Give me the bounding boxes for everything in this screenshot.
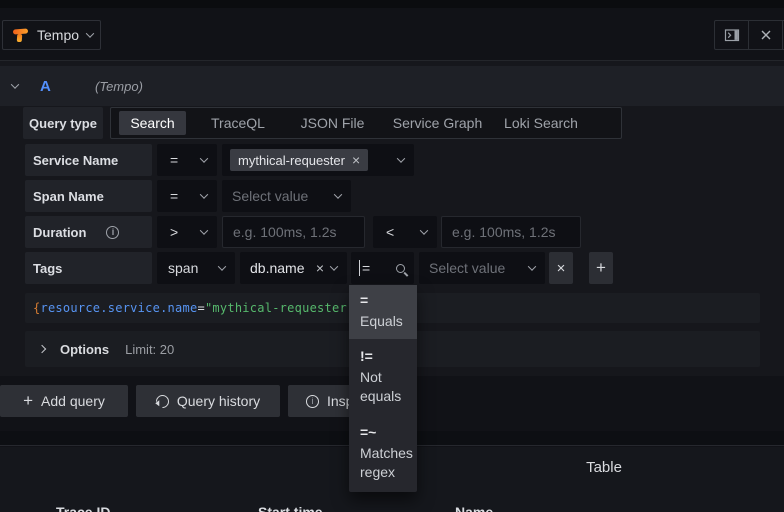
chevron-down-icon bbox=[218, 262, 226, 270]
explore-page: Tempo A (Tempo) Query type bbox=[0, 0, 784, 512]
span-name-operator-select[interactable]: = bbox=[157, 180, 217, 212]
tab-traceql[interactable]: TraceQL bbox=[211, 108, 265, 138]
value-chip[interactable]: mythical-requester × bbox=[230, 149, 368, 171]
operator-value: < bbox=[386, 224, 394, 240]
tab-json-file[interactable]: JSON File bbox=[301, 108, 364, 138]
remove-chip-icon[interactable]: × bbox=[352, 153, 360, 167]
chevron-down-icon bbox=[200, 190, 208, 198]
chevron-down-icon bbox=[11, 80, 19, 88]
placeholder: Select value bbox=[429, 260, 505, 276]
add-tag-filter-button[interactable]: + bbox=[589, 252, 613, 284]
operator-value: = bbox=[170, 152, 178, 168]
placeholder: Select value bbox=[232, 188, 308, 204]
split-pane-button[interactable] bbox=[715, 21, 748, 49]
operator-symbol: != bbox=[360, 348, 373, 364]
code-field: resource.service.name bbox=[40, 301, 197, 315]
span-name-value-select[interactable]: Select value bbox=[222, 180, 351, 212]
chip-label: mythical-requester bbox=[238, 153, 345, 168]
close-pane-button[interactable] bbox=[749, 21, 782, 49]
duration-min-input[interactable] bbox=[222, 216, 365, 248]
query-datasource-hint: (Tempo) bbox=[95, 79, 143, 94]
chevron-down-icon bbox=[528, 262, 536, 270]
close-icon bbox=[760, 29, 772, 41]
tag-value-select[interactable]: Select value bbox=[419, 252, 545, 284]
scope-value: span bbox=[168, 260, 198, 276]
options-label: Options bbox=[60, 342, 109, 357]
tag-scope-select[interactable]: span bbox=[157, 252, 235, 284]
query-ref-id: A bbox=[40, 78, 51, 95]
tag-operator-combobox[interactable]: = bbox=[351, 252, 414, 284]
toolbar: Tempo bbox=[0, 8, 784, 61]
duration-max-operator-select[interactable]: < bbox=[373, 216, 437, 248]
button-label: Query history bbox=[177, 393, 260, 409]
duration-label: Duration bbox=[25, 216, 152, 248]
operator-symbol: = bbox=[360, 292, 368, 308]
chevron-down-icon bbox=[397, 154, 405, 162]
info-icon[interactable] bbox=[106, 226, 119, 239]
search-icon bbox=[396, 264, 405, 273]
tab-search[interactable]: Search bbox=[119, 111, 186, 135]
chevron-down-icon bbox=[330, 262, 338, 270]
label-text: Duration bbox=[33, 225, 86, 240]
tag-name-select[interactable]: db.name × bbox=[240, 252, 347, 284]
operator-value: > bbox=[170, 224, 178, 240]
column-header-name[interactable]: Name bbox=[455, 504, 493, 512]
duration-min-operator-select[interactable]: > bbox=[157, 216, 217, 248]
query-row-header[interactable]: A (Tempo) bbox=[0, 66, 784, 106]
operator-description: Matches regex bbox=[360, 444, 412, 482]
operator-dropdown-menu: = Equals != Not equals =~ Matches regex bbox=[349, 285, 417, 492]
column-header-start-time[interactable]: Start time bbox=[258, 504, 323, 512]
chevron-right-icon bbox=[38, 345, 46, 353]
split-pane-icon bbox=[724, 27, 740, 43]
operator-description: Equals bbox=[360, 312, 412, 331]
window-controls bbox=[714, 20, 784, 50]
operator-symbol: =~ bbox=[360, 424, 376, 440]
operator-description: Not equals bbox=[360, 368, 412, 406]
code-open-brace: { bbox=[33, 301, 40, 315]
chevron-down-icon bbox=[200, 154, 208, 162]
operator-value: = bbox=[362, 260, 370, 276]
window-top-strip bbox=[0, 0, 784, 8]
tempo-logo-icon bbox=[13, 27, 29, 43]
operator-value: = bbox=[170, 188, 178, 204]
code-value: "mythical-requester" bbox=[205, 301, 355, 315]
options-summary: Limit: 20 bbox=[125, 342, 174, 357]
tags-label: Tags bbox=[25, 252, 152, 284]
chevron-down-icon bbox=[420, 226, 428, 234]
add-query-button[interactable]: + Add query bbox=[0, 385, 128, 417]
query-type-radio-group: Search TraceQL JSON File Service Graph L… bbox=[110, 107, 622, 139]
chevron-down-icon bbox=[200, 226, 208, 234]
query-type-label: Query type bbox=[23, 107, 103, 139]
chevron-down-icon bbox=[86, 29, 94, 37]
service-name-label: Service Name bbox=[25, 144, 152, 176]
span-name-label: Span Name bbox=[25, 180, 152, 212]
history-icon bbox=[153, 392, 171, 410]
service-name-value-select[interactable]: mythical-requester × bbox=[222, 144, 414, 176]
chevron-down-icon bbox=[334, 190, 342, 198]
remove-tag-icon[interactable]: × bbox=[316, 261, 324, 275]
table-panel-title: Table bbox=[586, 459, 622, 476]
divider bbox=[782, 21, 783, 49]
service-name-operator-select[interactable]: = bbox=[157, 144, 217, 176]
info-icon bbox=[306, 395, 319, 408]
tab-service-graph[interactable]: Service Graph bbox=[398, 108, 477, 138]
datasource-picker[interactable]: Tempo bbox=[2, 20, 101, 50]
duration-max-input[interactable] bbox=[441, 216, 581, 248]
plus-icon: + bbox=[23, 391, 33, 411]
code-equals: = bbox=[197, 301, 204, 315]
tab-loki-search[interactable]: Loki Search bbox=[510, 108, 572, 138]
query-history-button[interactable]: Query history bbox=[136, 385, 280, 417]
tag-value: db.name bbox=[250, 260, 304, 276]
button-label: Add query bbox=[41, 393, 105, 409]
text-cursor bbox=[359, 260, 360, 276]
column-header-trace-id[interactable]: Trace ID bbox=[56, 504, 110, 512]
datasource-name: Tempo bbox=[37, 27, 79, 43]
remove-tag-filter-button[interactable]: × bbox=[549, 252, 573, 284]
